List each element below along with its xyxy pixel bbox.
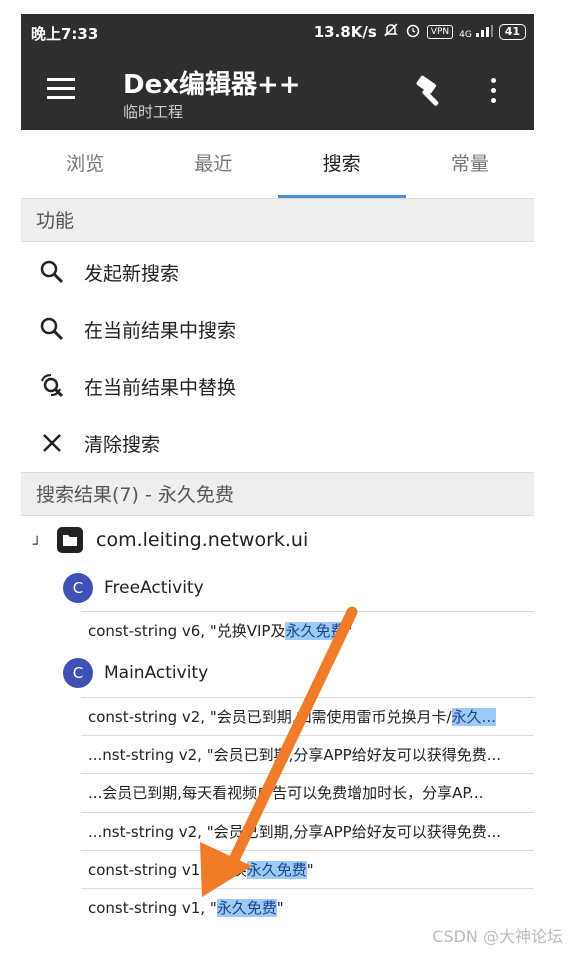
tab-search[interactable]: 搜索 bbox=[277, 130, 407, 198]
search-icon bbox=[40, 260, 64, 284]
result-row[interactable]: ...会员已到期,每天看视频广告可以免费增加时长，分享AP... bbox=[81, 773, 534, 811]
package-node[interactable]: ┘ com.leiting.network.ui bbox=[21, 527, 534, 557]
functions-header: 功能 bbox=[21, 198, 534, 242]
class-label: MainActivity bbox=[104, 663, 209, 683]
signal-label: 4G bbox=[459, 30, 472, 40]
result-row[interactable]: ...nst-string v2, "会员已到期,分享APP给好友可以获得免费.… bbox=[81, 735, 534, 773]
result-text: const-string v1, "兑换 bbox=[88, 861, 247, 879]
replace-in-results-item[interactable]: 在当前结果中替换 bbox=[21, 357, 534, 414]
mute-icon bbox=[383, 22, 399, 42]
tab-recent[interactable]: 最近 bbox=[149, 130, 277, 198]
tab-browse[interactable]: 浏览 bbox=[21, 130, 149, 198]
result-text: const-string v6, "兑换VIP及 bbox=[88, 622, 286, 640]
vpn-badge: VPN bbox=[426, 25, 454, 39]
collapse-icon[interactable]: ┘ bbox=[33, 537, 41, 553]
class-badge-icon: C bbox=[63, 658, 93, 688]
clear-search-item[interactable]: 清除搜索 bbox=[21, 414, 534, 471]
result-row[interactable]: ...nst-string v2, "会员已到期,分享APP给好友可以获得免费.… bbox=[81, 812, 534, 850]
result-text: const-string v2, "会员已到期,如需使用雷币兑换月卡/ bbox=[88, 708, 452, 726]
replace-in-results-label: 在当前结果中替换 bbox=[84, 377, 237, 399]
result-text: ...nst-string v2, "会员已到期,分享APP给好友可以获得免费.… bbox=[88, 746, 502, 764]
search-in-results-label: 在当前结果中搜索 bbox=[84, 320, 237, 342]
result-text-end: " bbox=[306, 861, 314, 879]
battery-indicator: 41 bbox=[498, 24, 526, 40]
hammer-icon[interactable] bbox=[414, 75, 448, 113]
package-label: com.leiting.network.ui bbox=[96, 529, 309, 551]
watermark: CSDN @大神论坛 bbox=[432, 927, 563, 946]
new-search-label: 发起新搜索 bbox=[84, 263, 180, 285]
result-row[interactable]: const-string v2, "会员已到期,如需使用雷币兑换月卡/永久... bbox=[81, 697, 534, 735]
class-label: FreeActivity bbox=[104, 578, 204, 598]
tab-constants[interactable]: 常量 bbox=[406, 130, 534, 198]
class-node-main-activity[interactable]: C MainActivity bbox=[21, 658, 534, 690]
search-in-results-item[interactable]: 在当前结果中搜索 bbox=[21, 300, 534, 357]
result-text: ...会员已到期,每天看视频广告可以免费增加时长，分享AP... bbox=[88, 784, 484, 802]
result-row[interactable]: const-string v1, "兑换永久免费" bbox=[81, 850, 534, 888]
result-match: 永久免费 bbox=[246, 861, 307, 879]
clear-search-label: 清除搜索 bbox=[84, 434, 161, 456]
signal-icon: 4G bbox=[459, 25, 493, 40]
class-badge-icon: C bbox=[63, 573, 93, 603]
new-search-item[interactable]: 发起新搜索 bbox=[21, 243, 534, 300]
tab-bar: 浏览 最近 搜索 常量 bbox=[21, 130, 534, 198]
app-toolbar: Dex编辑器++ 临时工程 bbox=[21, 50, 534, 130]
status-time: 晚上7:33 bbox=[31, 25, 99, 43]
more-options-icon[interactable] bbox=[491, 78, 496, 108]
replace-icon bbox=[41, 374, 64, 398]
status-indicators: 13.8K/s VPN 4G 41 bbox=[314, 22, 526, 42]
results-header: 搜索结果(7) - 永久免费 bbox=[21, 472, 534, 516]
folder-icon bbox=[57, 527, 83, 553]
app-subtitle: 临时工程 bbox=[123, 103, 184, 121]
close-icon bbox=[43, 434, 61, 452]
alarm-icon bbox=[405, 22, 421, 42]
class-node-free-activity[interactable]: C FreeActivity bbox=[21, 573, 534, 605]
app-title: Dex编辑器++ bbox=[123, 70, 301, 100]
app-screen: 晚上7:33 13.8K/s VPN 4G 41 Dex编辑器++ 临时工程 浏… bbox=[21, 14, 534, 927]
result-match: 永久... bbox=[451, 708, 496, 726]
result-text: const-string v1, " bbox=[88, 899, 217, 917]
result-match: 永久免费 bbox=[285, 622, 346, 640]
result-row[interactable]: const-string v1, "永久免费" bbox=[81, 888, 534, 926]
result-text: ...nst-string v2, "会员已到期,分享APP给好友可以获得免费.… bbox=[88, 823, 502, 841]
status-bar: 晚上7:33 13.8K/s VPN 4G 41 bbox=[21, 14, 534, 50]
search-icon bbox=[40, 317, 64, 341]
menu-icon[interactable] bbox=[47, 78, 75, 100]
result-text-end: " bbox=[276, 899, 284, 917]
network-speed: 13.8K/s bbox=[313, 23, 377, 41]
result-row[interactable]: const-string v6, "兑换VIP及永久免费" bbox=[81, 611, 534, 649]
result-match: 永久免费 bbox=[216, 899, 277, 917]
result-text-end: " bbox=[345, 622, 353, 640]
